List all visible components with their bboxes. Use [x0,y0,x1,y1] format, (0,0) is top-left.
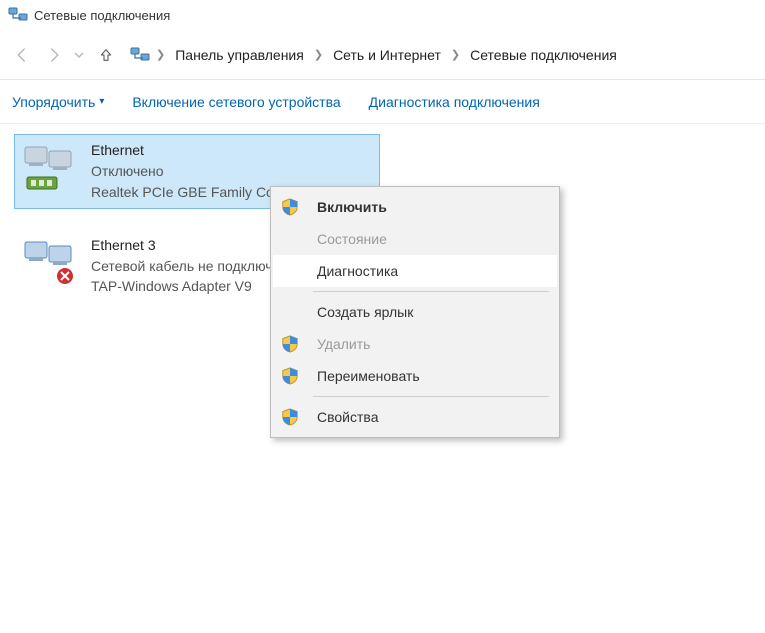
context-menu: Включить Состояние Диагностика Создать я… [270,186,560,438]
ctx-delete: Удалить [273,328,557,360]
context-menu-separator [313,396,549,397]
enable-device-button[interactable]: Включение сетевого устройства [132,94,340,110]
ctx-properties[interactable]: Свойства [273,401,557,433]
adapter-name: Ethernet 3 [91,236,288,255]
chevron-down-icon: ▾ [99,96,104,107]
ctx-rename[interactable]: Переименовать [273,360,557,392]
diagnose-label: Диагностика подключения [369,94,540,110]
context-menu-separator [313,291,549,292]
organize-menu[interactable]: Упорядочить ▾ [12,94,104,110]
organize-label: Упорядочить [12,94,95,110]
window-title: Сетевые подключения [34,8,170,23]
ctx-enable[interactable]: Включить [273,191,557,223]
shield-icon [273,367,307,385]
command-bar: Упорядочить ▾ Включение сетевого устройс… [0,80,765,124]
ctx-status-label: Состояние [317,231,387,247]
titlebar: Сетевые подключения [0,0,765,30]
network-connections-icon [8,5,28,25]
chevron-right-icon: ❯ [312,48,325,61]
diagnose-connection-button[interactable]: Диагностика подключения [369,94,540,110]
ctx-status: Состояние [273,223,557,255]
ctx-enable-label: Включить [317,199,387,215]
adapter-status: Отключено [91,162,317,181]
ctx-create-shortcut[interactable]: Создать ярлык [273,296,557,328]
shield-icon [273,198,307,216]
recent-dropdown[interactable] [72,41,86,69]
ctx-properties-label: Свойства [317,409,378,425]
adapter-icon [21,141,81,195]
adapter-name: Ethernet [91,141,317,160]
ctx-shortcut-label: Создать ярлык [317,304,413,320]
back-button[interactable] [8,41,36,69]
adapter-description: TAP-Windows Adapter V9 [91,277,288,296]
ctx-diagnose[interactable]: Диагностика [273,255,557,287]
adapter-details: Ethernet 3 Сетевой кабель не подключен T… [91,236,288,297]
breadcrumb-item[interactable]: Сетевые подключения [466,43,621,67]
ctx-diagnose-label: Диагностика [317,263,398,279]
enable-device-label: Включение сетевого устройства [132,94,340,110]
breadcrumb-item[interactable]: Панель управления [171,43,308,67]
ctx-rename-label: Переименовать [317,368,420,384]
ctx-delete-label: Удалить [317,336,370,352]
shield-icon [273,408,307,426]
adapter-icon [21,236,81,290]
chevron-right-icon: ❯ [449,48,462,61]
network-connections-icon [130,45,150,65]
forward-button[interactable] [40,41,68,69]
adapter-status: Сетевой кабель не подключен [91,257,288,276]
navigation-bar: ❯ Панель управления ❯ Сеть и Интернет ❯ … [0,30,765,80]
shield-icon [273,335,307,353]
chevron-right-icon: ❯ [154,48,167,61]
breadcrumb[interactable]: ❯ Панель управления ❯ Сеть и Интернет ❯ … [126,40,757,70]
up-button[interactable] [94,43,118,67]
breadcrumb-item[interactable]: Сеть и Интернет [329,43,445,67]
